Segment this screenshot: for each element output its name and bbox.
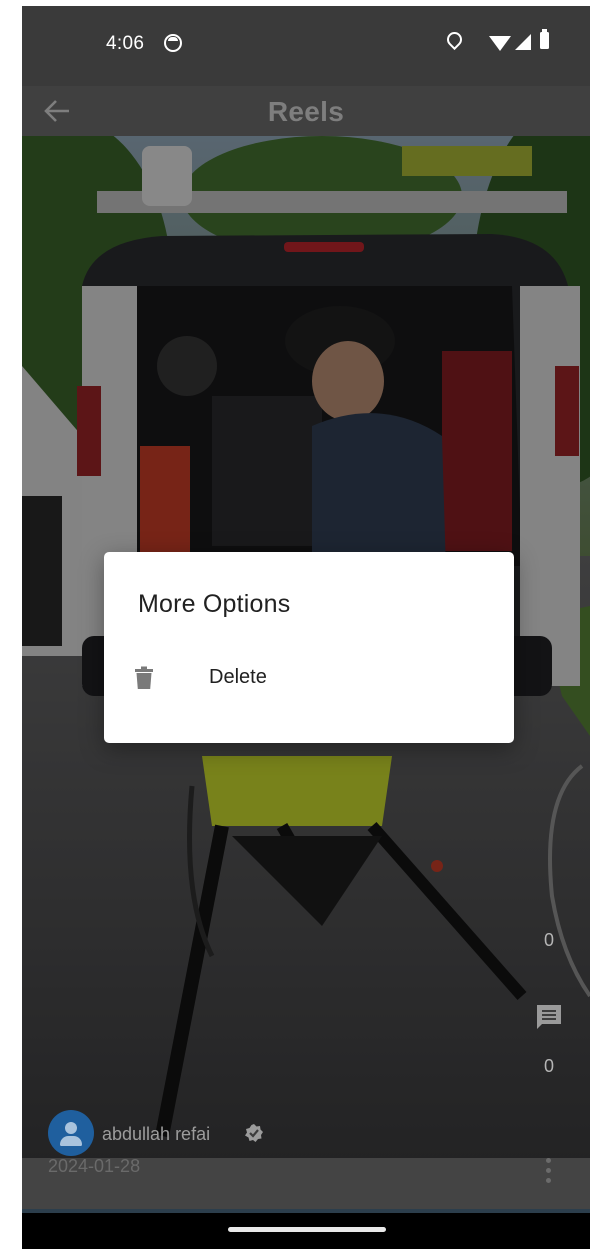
author-name[interactable]: abdullah refai xyxy=(102,1124,210,1145)
comment-icon[interactable] xyxy=(534,1002,564,1032)
dialog-title: More Options xyxy=(138,590,291,618)
avatar[interactable] xyxy=(48,1110,94,1156)
battery-icon xyxy=(540,29,549,49)
phone-screen: 4:06 Reels 0 0 abdullah refai 2024-01-28 xyxy=(22,6,590,1249)
app-bar: Reels xyxy=(22,86,590,136)
more-options-dialog: More Options Delete xyxy=(104,552,514,743)
comment-count: 0 xyxy=(543,1056,554,1076)
person-icon-head xyxy=(65,1122,77,1134)
trash-icon xyxy=(135,666,153,689)
location-icon xyxy=(443,28,466,51)
delete-label: Delete xyxy=(209,666,267,688)
page-title: Reels xyxy=(267,96,345,127)
wifi-icon xyxy=(489,36,511,51)
post-date: 2024-01-28 xyxy=(48,1156,141,1176)
more-vert-icon[interactable] xyxy=(546,1158,552,1186)
person-icon-body xyxy=(60,1136,82,1146)
app-notification-icon xyxy=(164,34,182,52)
delete-option[interactable]: Delete xyxy=(104,650,514,702)
status-time: 4:06 xyxy=(106,33,145,54)
verified-badge-icon xyxy=(245,1124,263,1142)
like-count: 0 xyxy=(543,930,554,950)
home-indicator[interactable] xyxy=(228,1227,386,1232)
signal-icon xyxy=(515,34,531,50)
status-bar: 4:06 xyxy=(22,6,590,86)
